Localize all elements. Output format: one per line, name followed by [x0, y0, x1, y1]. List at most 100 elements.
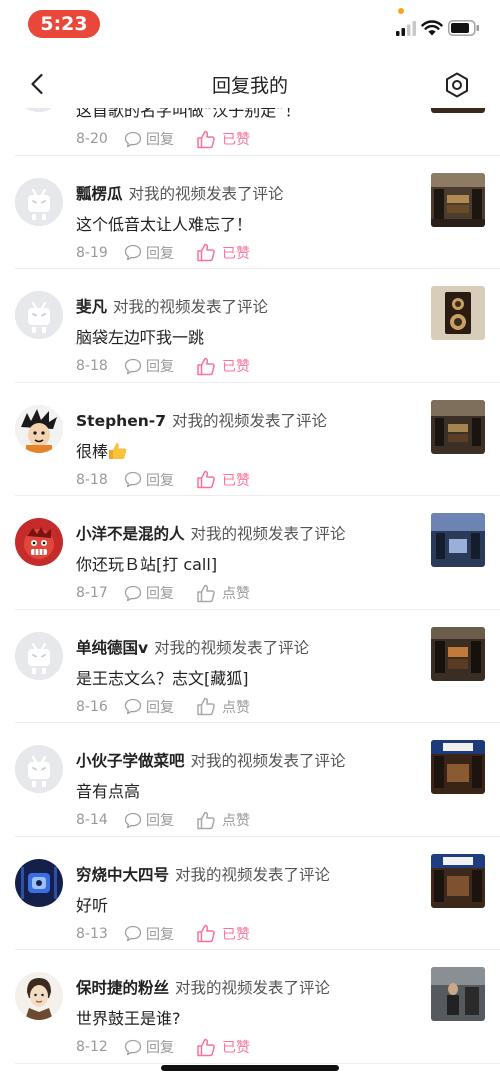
reply-button[interactable]: 回复	[124, 1037, 174, 1057]
comment-date: 8-20	[76, 131, 108, 147]
reply-label: 回复	[146, 586, 174, 602]
thumbs-up-icon	[197, 1038, 215, 1056]
username[interactable]: Stephen-7	[76, 412, 166, 430]
reply-icon	[124, 698, 142, 715]
reply-button[interactable]: 回复	[124, 129, 174, 149]
video-thumbnail[interactable]	[431, 967, 485, 1021]
comment-meta: 8-17 回复 点赞	[76, 583, 250, 605]
video-thumbnail[interactable]	[431, 626, 485, 681]
action-text: 对我的视频发表了评论	[175, 979, 331, 997]
reply-button[interactable]: 回复	[124, 697, 174, 717]
thumbs-up-icon	[197, 697, 215, 716]
comment-header: 小伙子学做菜吧 对我的视频发表了评论	[76, 749, 346, 771]
comment-row[interactable]: 单纯德国v 对我的视频发表了评论 是王志文么？志文[藏狐] 8-16 回复 点赞	[0, 610, 500, 723]
comment-row[interactable]: 小洋不是混的人 对我的视频发表了评论 你还玩Ｂ站[打 call] 8-17 回复 点赞	[0, 496, 500, 610]
home-indicator[interactable]	[161, 1065, 339, 1071]
like-label: 已赞	[222, 359, 250, 375]
thumbs-up-emoji-icon	[109, 442, 127, 459]
comment-row[interactable]: Stephen-7 对我的视频发表了评论 很棒 8-18 回复 已赞	[0, 383, 500, 496]
comment-text: 是王志文么？志文[藏狐]	[76, 668, 249, 688]
comment-header: Stephen-7 对我的视频发表了评论	[76, 409, 327, 431]
comment-header: 单纯德国v 对我的视频发表了评论	[76, 636, 309, 658]
comment-text-wrap[interactable]: 脑袋左边吓我一跳	[76, 324, 204, 348]
like-label: 已赞	[222, 472, 250, 489]
comment-text-wrap[interactable]: 世界鼓王是谁?	[76, 1005, 181, 1029]
video-thumbnail[interactable]	[431, 853, 485, 908]
reply-label: 回复	[146, 359, 174, 375]
avatar[interactable]	[15, 745, 63, 793]
video-thumbnail[interactable]	[431, 286, 485, 340]
thumbs-up-icon	[197, 811, 215, 829]
username[interactable]: 小伙子学做菜吧	[76, 752, 185, 770]
wifi-icon	[421, 20, 443, 36]
comment-date: 8-13	[76, 925, 108, 942]
settings-icon[interactable]	[442, 70, 472, 100]
video-thumbnail[interactable]	[431, 108, 485, 113]
video-thumbnail[interactable]	[431, 740, 485, 794]
comment-meta: 8-12 回复 已赞	[76, 1037, 250, 1059]
comment-text: 脑袋左边吓我一跳	[76, 328, 205, 347]
reply-button[interactable]: 回复	[124, 356, 174, 376]
reply-button[interactable]: 回复	[124, 470, 174, 490]
comment-row[interactable]: 穷烧中大四号 对我的视频发表了评论 好听 8-13 回复 已赞	[0, 837, 500, 950]
comment-row[interactable]: 这首歌的名字叫做“汉子别走”！ 8-20 回复 已赞	[0, 108, 500, 156]
comment-text-wrap[interactable]: 音有点高	[76, 778, 140, 802]
avatar[interactable]	[15, 404, 63, 453]
username[interactable]: 小洋不是混的人	[76, 525, 185, 543]
like-button[interactable]: 已赞	[196, 924, 250, 944]
comment-text-wrap[interactable]: 很棒	[76, 438, 128, 462]
comment-text-wrap[interactable]: 是王志文么？志文[藏狐]	[76, 665, 249, 689]
comment-date: 8-19	[76, 244, 108, 261]
avatar[interactable]	[15, 177, 63, 226]
status-bar: 5:23	[0, 0, 500, 50]
username[interactable]: 瓢楞瓜	[76, 185, 123, 203]
avatar[interactable]	[15, 108, 63, 112]
like-label: 已赞	[222, 245, 250, 262]
reply-label: 回复	[146, 245, 174, 262]
reply-list[interactable]: 这首歌的名字叫做“汉子别走”！ 8-20 回复 已赞 瓢楞瓜 对我的视频发表了评论 这个低音…	[0, 108, 500, 1082]
username[interactable]: 穷烧中大四号	[76, 866, 169, 884]
avatar[interactable]	[15, 858, 63, 907]
like-button[interactable]: 点赞	[196, 810, 250, 830]
like-button[interactable]: 已赞	[196, 470, 250, 490]
like-button[interactable]: 已赞	[196, 356, 250, 376]
like-button[interactable]: 已赞	[196, 129, 250, 149]
username[interactable]: 单纯德国v	[76, 639, 148, 657]
like-button[interactable]: 点赞	[196, 583, 250, 603]
reply-label: 回复	[146, 132, 174, 148]
reply-button[interactable]: 回复	[124, 810, 174, 830]
comment-row[interactable]: 小伙子学做菜吧 对我的视频发表了评论 音有点高 8-14 回复 点赞	[0, 723, 500, 837]
avatar[interactable]	[15, 518, 63, 566]
comment-text-wrap[interactable]: 好听	[76, 892, 108, 916]
comment-date: 8-12	[76, 1039, 108, 1055]
avatar[interactable]	[15, 631, 63, 680]
avatar[interactable]	[15, 972, 63, 1020]
action-text: 对我的视频发表了评论	[128, 184, 284, 203]
avatar[interactable]	[15, 291, 63, 339]
comment-row[interactable]: 瓢楞瓜 对我的视频发表了评论这个低音太让人难忘了！ 8-19 回复 已赞	[0, 156, 500, 269]
comment-text-wrap[interactable]: 你还玩Ｂ站[打 call]	[76, 551, 217, 575]
like-button[interactable]: 点赞	[196, 697, 250, 717]
reply-button[interactable]: 回复	[124, 583, 174, 603]
comment-text: 这首歌的名字叫做“汉子别走”！	[76, 108, 301, 120]
comment-row[interactable]: 斐凡 对我的视频发表了评论 脑袋左边吓我一跳 8-18 回复 已赞	[0, 269, 500, 383]
like-button[interactable]: 已赞	[196, 243, 250, 263]
action-text: 对我的视频发表了评论	[190, 525, 346, 543]
video-thumbnail[interactable]	[431, 172, 485, 227]
comment-text-wrap[interactable]: 这首歌的名字叫做“汉子别走”！	[76, 108, 301, 121]
reply-label: 回复	[146, 472, 174, 489]
thumbs-up-icon	[197, 470, 215, 489]
reply-icon	[124, 131, 142, 147]
reply-button[interactable]: 回复	[124, 924, 174, 944]
username[interactable]: 斐凡	[76, 298, 107, 316]
reply-button[interactable]: 回复	[124, 243, 174, 263]
comment-text-wrap[interactable]: 这个低音太让人难忘了！	[76, 211, 252, 235]
username[interactable]: 保时捷的粉丝	[76, 979, 169, 997]
like-label: 已赞	[222, 1040, 250, 1056]
comment-row[interactable]: 保时捷的粉丝 对我的视频发表了评论世界鼓王是谁? 8-12 回复 已赞	[0, 950, 500, 1064]
video-thumbnail[interactable]	[431, 513, 485, 567]
like-button[interactable]: 已赞	[196, 1037, 250, 1057]
video-thumbnail[interactable]	[431, 399, 485, 454]
reply-icon	[124, 1039, 142, 1055]
comment-date: 8-14	[76, 812, 108, 828]
